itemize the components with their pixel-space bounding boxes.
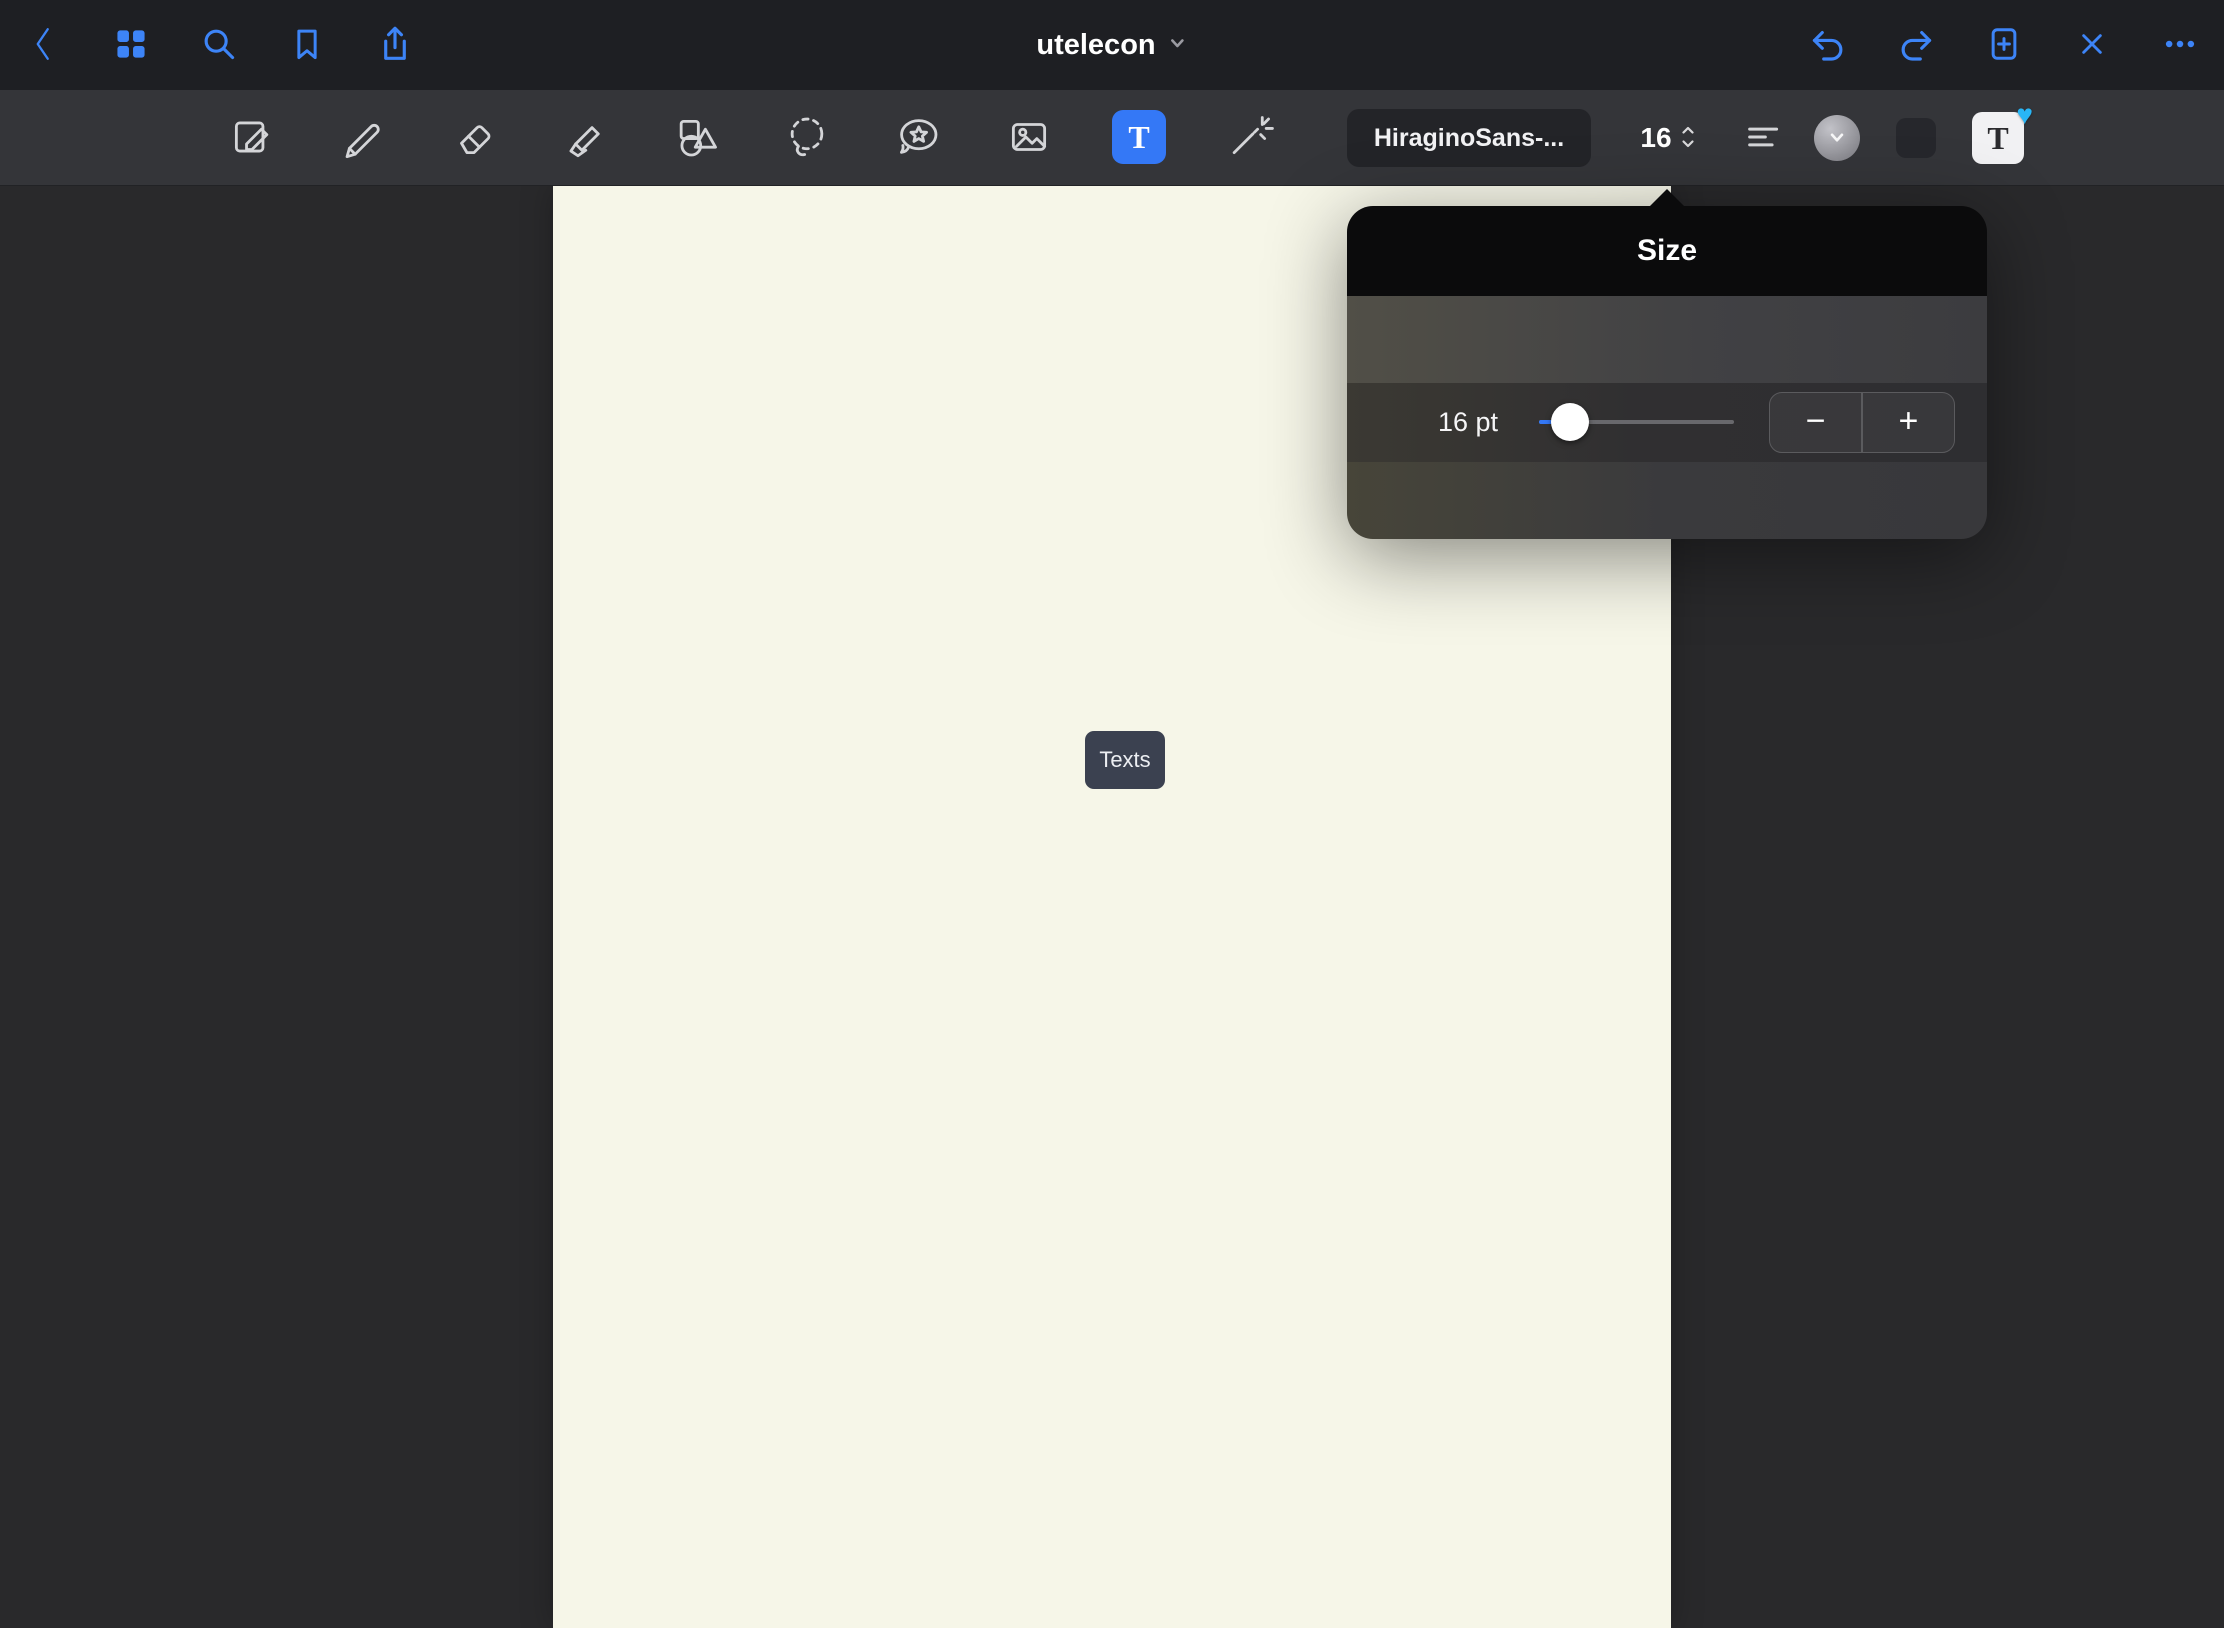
size-value-label: 16 pt (1413, 383, 1523, 462)
redo-button[interactable] (1894, 0, 1938, 90)
app-screen: utelecon (0, 0, 2224, 1628)
highlighter-tool-button[interactable] (557, 110, 613, 166)
popover-arrow (1649, 189, 1685, 207)
photo-icon (1004, 112, 1054, 165)
laser-pointer-tool-button[interactable] (1221, 110, 1277, 166)
add-page-button[interactable] (1982, 0, 2026, 90)
text-style-favorites-button[interactable]: T ♥ (1972, 112, 2024, 164)
tools-group: T (224, 110, 1277, 166)
size-decrease-button[interactable]: − (1770, 393, 1861, 452)
elements-tool-button[interactable] (890, 110, 946, 166)
search-icon (199, 24, 239, 67)
lasso-tool-button[interactable] (779, 110, 835, 166)
shapes-icon (671, 112, 721, 165)
lasso-icon (782, 112, 832, 165)
read-only-mode-icon (227, 112, 277, 165)
topbar-right-group (1806, 0, 2202, 90)
text-align-icon (1744, 119, 1780, 158)
share-button[interactable] (373, 0, 417, 90)
text-style-icon: T (1987, 120, 2008, 157)
back-button[interactable] (21, 0, 65, 90)
popover-lower-section (1347, 462, 1987, 539)
search-button[interactable] (197, 0, 241, 90)
popover-slider-row: 16 pt − + (1347, 383, 1987, 462)
font-family-button[interactable]: HiraginoSans-... (1347, 109, 1591, 167)
heart-icon: ♥ (2016, 101, 2033, 129)
undo-icon (1808, 24, 1848, 67)
document-title: utelecon (1036, 29, 1155, 62)
page-thumbnails-button[interactable] (109, 0, 153, 90)
text-align-button[interactable] (1736, 112, 1788, 164)
highlighter-icon (560, 112, 610, 165)
bookmark-button[interactable] (285, 0, 329, 90)
page-thumbnails-icon (112, 25, 150, 66)
back-chevron-icon (30, 24, 56, 67)
size-stepper-group: − + (1769, 392, 1955, 453)
add-page-icon (1985, 24, 2023, 67)
eraser-icon (449, 112, 499, 165)
share-icon (375, 24, 415, 67)
bookmark-icon (288, 24, 326, 67)
size-increase-button[interactable]: + (1863, 393, 1954, 452)
top-navigation-bar: utelecon (0, 0, 2224, 90)
title-chevron-down-icon (1168, 33, 1188, 58)
popover-title: Size (1637, 234, 1697, 268)
undo-button[interactable] (1806, 0, 1850, 90)
elements-star-icon (893, 112, 943, 165)
tools-toolbar: T HiraginoSans-... 16 (0, 90, 2224, 186)
more-button[interactable] (2158, 0, 2202, 90)
text-color-swatch[interactable] (1814, 115, 1860, 161)
slider-knob[interactable] (1551, 403, 1589, 441)
close-button[interactable] (2070, 0, 2114, 90)
redo-icon (1896, 24, 1936, 67)
laser-pointer-icon (1224, 112, 1274, 165)
shapes-tool-button[interactable] (668, 110, 724, 166)
size-popover: Size 16 pt − + (1347, 206, 1987, 539)
pen-icon (338, 112, 388, 165)
text-background-swatch[interactable] (1896, 118, 1936, 158)
popover-header: Size (1347, 206, 1987, 296)
color-chevron-down-icon (1826, 126, 1848, 151)
size-stepper-chevrons-icon (1680, 124, 1696, 153)
text-tool-icon: T (1128, 119, 1149, 156)
size-slider[interactable] (1539, 420, 1734, 424)
eraser-tool-button[interactable] (446, 110, 502, 166)
text-object[interactable]: Texts (1085, 731, 1165, 789)
popover-upper-section (1347, 296, 1987, 383)
close-icon (2074, 26, 2110, 65)
pen-tool-button[interactable] (335, 110, 391, 166)
size-popover-body: Size 16 pt − + (1347, 206, 1987, 539)
topbar-left-group (0, 0, 417, 90)
font-size-button[interactable]: 16 (1618, 109, 1718, 167)
document-title-button[interactable]: utelecon (1036, 0, 1187, 90)
font-size-value: 16 (1640, 122, 1671, 154)
text-tool-button[interactable]: T (1112, 110, 1166, 164)
photo-tool-button[interactable] (1001, 110, 1057, 166)
more-ellipsis-icon (2161, 25, 2199, 66)
read-only-mode-button[interactable] (224, 110, 280, 166)
